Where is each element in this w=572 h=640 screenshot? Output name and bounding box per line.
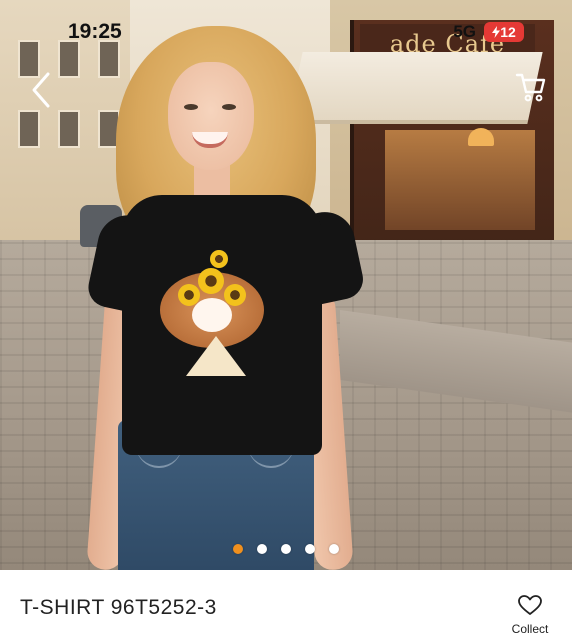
network-indicator: 5G [453,22,476,41]
gallery-dot[interactable] [233,544,243,554]
sunflower-graphic [210,250,228,268]
model-face [168,62,254,170]
cart-button[interactable] [514,70,548,104]
collect-button[interactable]: Collect [508,594,552,636]
gallery-dot[interactable] [329,544,339,554]
gallery-dot[interactable] [281,544,291,554]
heart-icon [518,595,542,615]
tshirt-print-face [192,298,232,332]
collect-label: Collect [511,622,549,636]
battery-level: 12 [500,24,516,40]
gallery-pagination [0,544,572,554]
model-eye [184,104,198,110]
cafe-awning [287,52,543,124]
back-button[interactable] [28,70,56,110]
status-time: 19:25 [68,20,122,43]
bolt-icon [492,26,501,38]
gallery-dot[interactable] [257,544,267,554]
sunflower-graphic [224,284,246,306]
model-eye [222,104,236,110]
product-title: T-SHIRT 96T5252-3 [20,596,217,619]
product-image[interactable]: ade Café [0,0,572,570]
cafe-window [385,130,535,230]
sunflower-graphic [178,284,200,306]
battery-indicator: 12 [484,22,524,42]
shopping-cart-icon [515,73,546,102]
gallery-dot[interactable] [305,544,315,554]
status-indicators: 5G 12 [453,22,524,42]
chevron-left-icon [32,72,50,108]
sunflower-graphic [198,268,224,294]
tshirt-print-dress [186,336,246,376]
